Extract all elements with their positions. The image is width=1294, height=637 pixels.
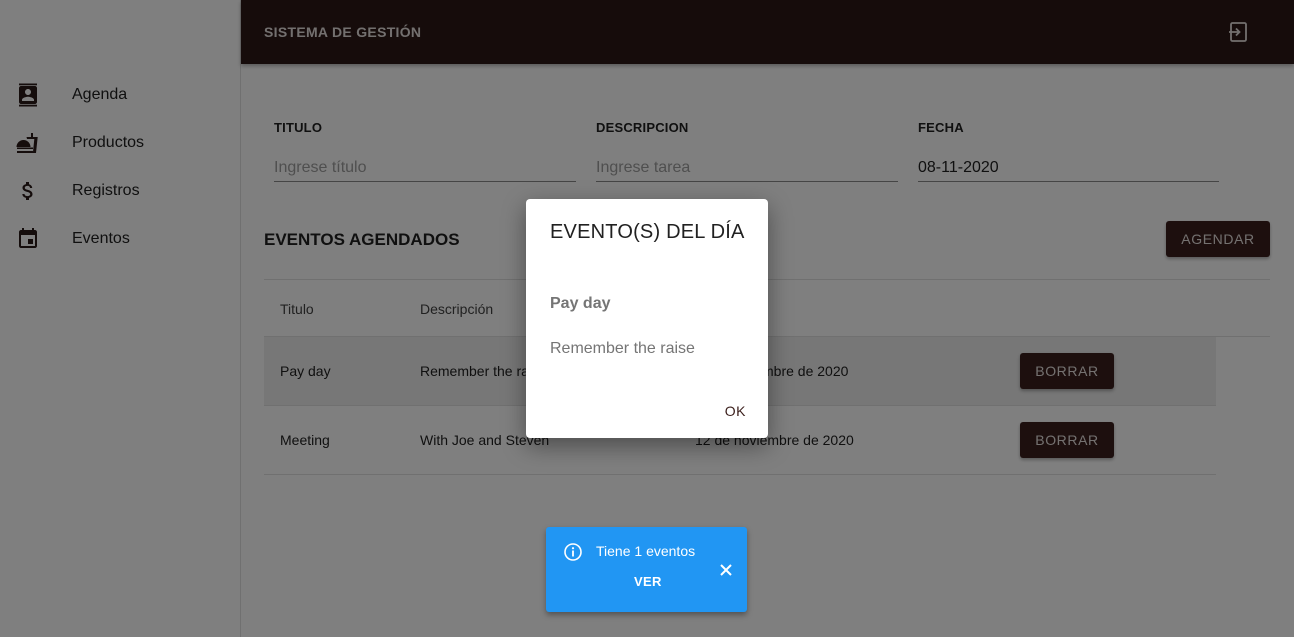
snackbar-action-ver[interactable]: VER [634,574,662,589]
dialog-event-description: Remember the raise [550,340,695,357]
close-icon[interactable] [717,561,735,579]
dialog-event-title: Pay day [550,295,611,312]
info-icon [563,542,583,562]
notification-snackbar: Tiene 1 eventos VER [546,527,747,612]
dialog-title: EVENTO(S) DEL DÍA [550,221,745,243]
events-dialog: EVENTO(S) DEL DÍA Pay day Remember the r… [526,199,768,438]
dialog-ok-button[interactable]: OK [725,403,746,419]
snackbar-message: Tiene 1 eventos [596,543,696,559]
